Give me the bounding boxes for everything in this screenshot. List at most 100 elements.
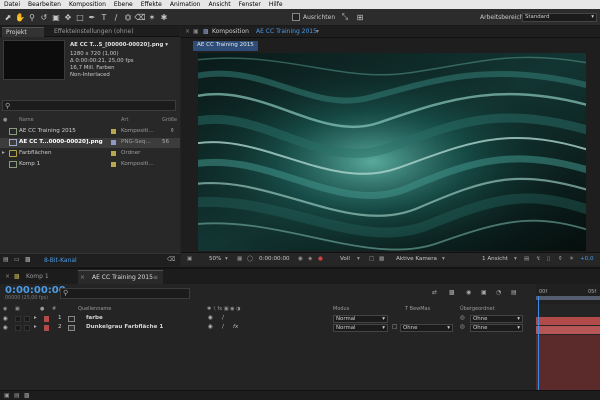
timeline-search-input[interactable]: ⚲ [60, 288, 190, 299]
trkmat-header[interactable]: T BewMas [405, 306, 430, 312]
column-label-icon[interactable]: ● [3, 117, 7, 126]
tab-project[interactable]: Projekt [2, 27, 44, 37]
eraser-tool-icon[interactable]: ⌫ [134, 12, 145, 22]
mask-icon[interactable]: ◯ [247, 256, 253, 262]
snap-checkbox[interactable] [292, 13, 300, 21]
magnification-icon[interactable]: ▣ [187, 256, 192, 262]
parent-select[interactable]: Ohne ▾ [470, 315, 523, 323]
label-color-swatch[interactable] [111, 162, 116, 167]
layer-label-color[interactable] [44, 316, 49, 322]
project-item[interactable]: AE CC T...0000-00020].png PNG-Seq... 56 [0, 138, 180, 148]
chevron-down-icon[interactable]: ▾ [357, 256, 360, 262]
column-size-header[interactable]: Größe [162, 117, 177, 126]
menu-composition[interactable]: Komposition [69, 1, 106, 8]
channel-icon[interactable]: ● [318, 256, 323, 262]
comp-flowchart-icon[interactable]: ⇄ [432, 289, 437, 296]
camera-select[interactable]: Aktive Kamera [396, 256, 437, 262]
layer-switches-toggle-icon[interactable]: ▣ [4, 392, 10, 399]
label-color-swatch[interactable] [111, 129, 116, 134]
effects-switch-icon[interactable]: fx [233, 324, 238, 330]
project-item[interactable]: ▸ Farbflächen Ordner [0, 149, 180, 159]
chevron-down-icon[interactable]: ▾ [316, 28, 319, 35]
rectangle-tool-icon[interactable]: □ [75, 12, 85, 22]
puppet-tool-icon[interactable]: ✱ [159, 12, 169, 22]
text-tool-icon[interactable]: T [99, 12, 109, 22]
mode-header[interactable]: Modus [333, 306, 349, 312]
rotate-tool-icon[interactable]: ↺ [39, 12, 49, 22]
zoom-select[interactable]: 50% [209, 256, 221, 262]
new-folder-icon[interactable]: ▭ [14, 256, 20, 263]
selection-tool-icon[interactable]: ⬈ [3, 12, 13, 22]
brush-tool-icon[interactable]: ∕ [111, 12, 121, 22]
shy-layers-icon[interactable]: ◉ [466, 289, 471, 296]
layer-row[interactable]: ◉ ▸ 1 farbe ◉ ∕ Normal ▾ ◎ Ohne ▾ [0, 315, 535, 324]
close-icon[interactable]: × [80, 274, 85, 281]
menu-layer[interactable]: Ebene [114, 1, 133, 8]
new-composition-icon[interactable]: ▩ [25, 256, 31, 263]
graph-editor-icon[interactable]: ▤ [511, 289, 517, 296]
project-search-input[interactable]: ⚲ [2, 100, 176, 111]
transparency-grid-icon[interactable]: ▩ [379, 256, 384, 262]
in-out-toggle-icon[interactable]: ▩ [24, 392, 30, 399]
chevron-down-icon[interactable]: ▾ [514, 256, 517, 262]
shy-switch-icon[interactable]: ◉ [208, 324, 213, 330]
solo-toggle[interactable] [24, 316, 30, 322]
snap-options-icon[interactable]: ⤡ [340, 12, 350, 22]
time-ruler[interactable]: 00f 05f [536, 284, 600, 304]
selected-item-name[interactable]: AE CC T...S_[00000-00020].png ▾ [70, 42, 168, 48]
draft-3d-icon[interactable]: ▩ [449, 289, 455, 296]
eye-icon[interactable]: ◉ [3, 325, 8, 331]
close-icon[interactable]: × [185, 28, 190, 35]
chevron-right-icon[interactable]: ▸ [2, 150, 5, 156]
project-item[interactable]: AE CC Training 2015 Kompositi... ⚱ [0, 127, 180, 137]
exposure-reset-icon[interactable]: ☀ [569, 256, 574, 262]
menu-file[interactable]: Datei [4, 1, 20, 8]
timeline-timecode[interactable]: 0:00:00:00 [5, 285, 66, 296]
composition-viewer[interactable] [198, 53, 586, 251]
preserve-transparency-icon[interactable]: □ [392, 324, 397, 330]
eye-icon[interactable]: ◉ [3, 316, 8, 322]
label-color-swatch[interactable] [111, 140, 116, 145]
pick-whip-icon[interactable]: ◎ [460, 315, 465, 321]
grid-icon[interactable]: ▦ [237, 256, 242, 262]
shy-switch-icon[interactable]: ◉ [208, 315, 213, 321]
snapshot-camera-icon[interactable]: ◉ [298, 256, 303, 262]
zoom-tool-icon[interactable]: ⚲ [27, 12, 37, 22]
lock-toggle[interactable] [15, 316, 21, 322]
region-of-interest-icon[interactable]: □ [369, 256, 374, 262]
timeline-tab-active[interactable]: × AE CC Training 2015 ≡ [78, 270, 163, 285]
fast-preview-icon[interactable]: ↯ [536, 256, 541, 262]
menu-view[interactable]: Ansicht [208, 1, 230, 8]
pixel-aspect-icon[interactable]: ▤ [524, 256, 529, 262]
flowchart-icon[interactable]: ⚱ [558, 256, 563, 262]
resolution-select[interactable]: Voll [340, 256, 350, 262]
timeline-icon[interactable]: ▯ [547, 256, 550, 262]
lock-toggle[interactable] [15, 325, 21, 331]
tab-effect-controls[interactable]: Effekteinstellungen (ohne) [50, 27, 138, 37]
chevron-right-icon[interactable]: ▸ [34, 324, 37, 330]
pen-tool-icon[interactable]: ✒ [87, 12, 97, 22]
chevron-down-icon[interactable]: ▾ [225, 256, 228, 262]
menu-window[interactable]: Fenster [239, 1, 261, 8]
source-name-header[interactable]: Quellenname [78, 306, 111, 312]
layer-name[interactable]: farbe [86, 315, 103, 321]
timeline-tab-komp1[interactable]: Komp 1 [26, 273, 49, 280]
solo-toggle[interactable] [24, 325, 30, 331]
menu-animation[interactable]: Animation [170, 1, 201, 8]
workspace-select[interactable]: Standard ▾ [522, 13, 597, 22]
bit-depth-button[interactable]: 8-Bit-Kanal [44, 257, 77, 264]
current-time-indicator[interactable] [538, 296, 539, 390]
parent-select[interactable]: Ohne ▾ [470, 324, 523, 332]
chevron-down-icon[interactable]: ▾ [442, 256, 445, 262]
layer-name[interactable]: Dunkelgrau Farbfläche 1 [86, 324, 163, 330]
quality-switch-icon[interactable]: ∕ [222, 315, 224, 321]
panel-menu-icon[interactable]: ≡ [153, 274, 158, 281]
exposure-value[interactable]: +0,0 [580, 256, 594, 262]
frame-blending-icon[interactable]: ▣ [481, 289, 487, 296]
chevron-right-icon[interactable]: ▸ [34, 315, 37, 321]
parent-header[interactable]: Übergeordnet [460, 306, 495, 312]
trash-icon[interactable]: ⌫ [167, 256, 175, 263]
show-snapshot-icon[interactable]: ◈ [308, 256, 312, 262]
viewer-timecode[interactable]: 0:00:00:00 [259, 256, 290, 262]
lock-icon[interactable]: ▣ [193, 28, 199, 35]
